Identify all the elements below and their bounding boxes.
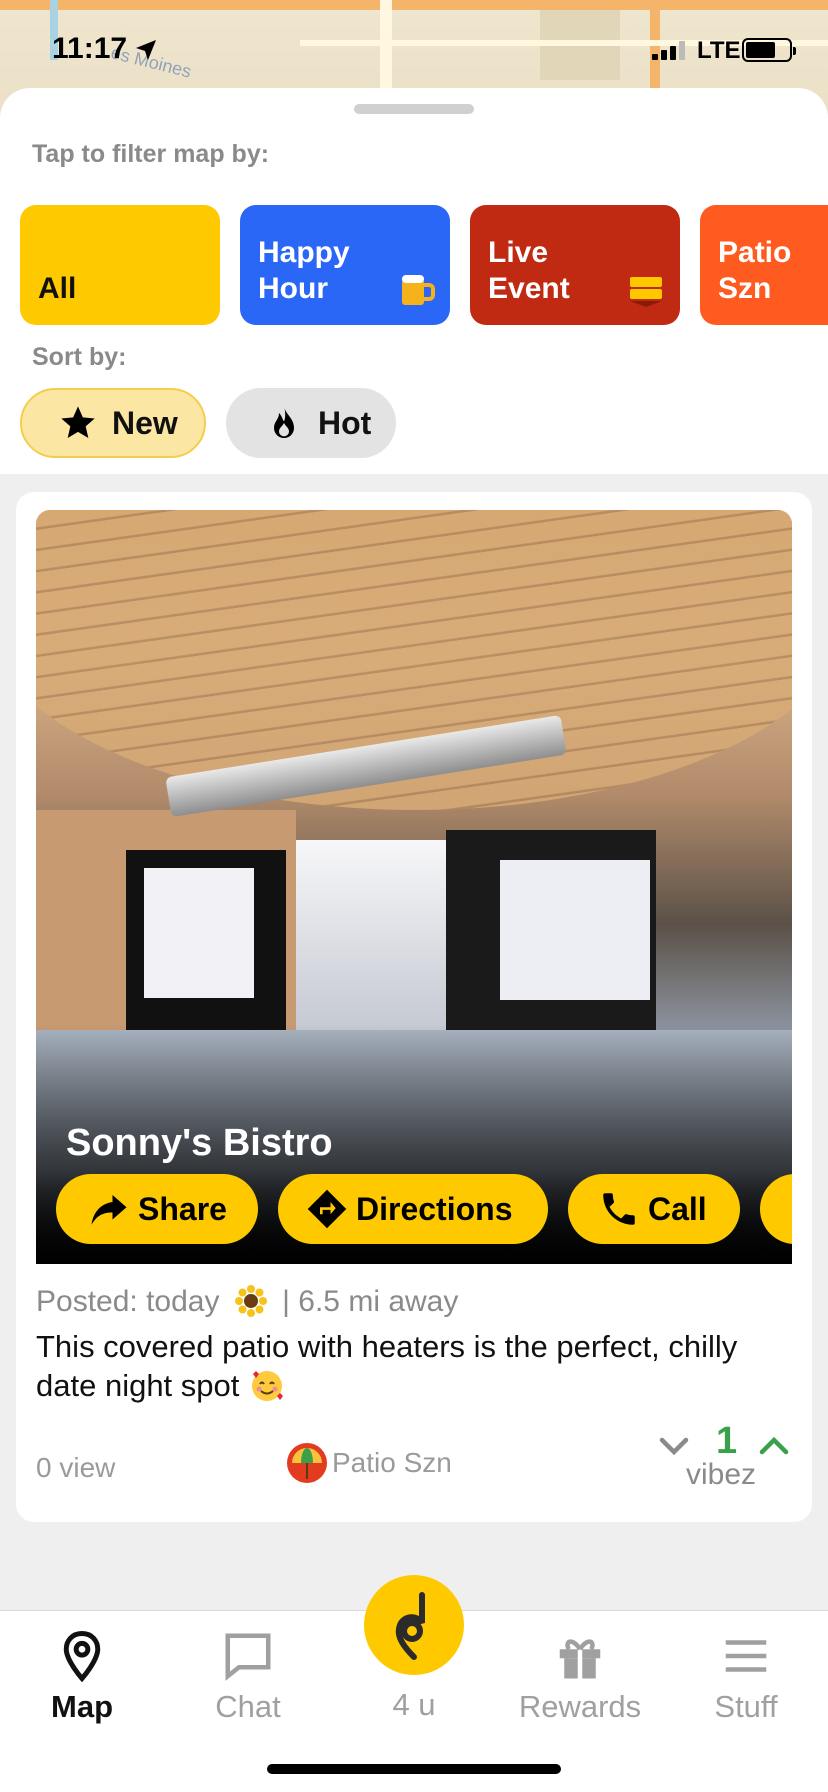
map-pin-icon [63, 1631, 101, 1683]
flame-icon [274, 406, 294, 438]
phone-icon [603, 1193, 635, 1225]
beach-umbrella-icon [287, 1443, 327, 1483]
tab-rewards[interactable]: Rewards [510, 1629, 650, 1725]
battery-icon [742, 38, 796, 62]
filter-all-button[interactable]: All [20, 205, 220, 325]
view-count: 0 view [36, 1452, 116, 1483]
app-logo-button[interactable] [364, 1575, 464, 1675]
vote-count: 1 [716, 1420, 738, 1462]
filter-label: Patio Szn [718, 236, 792, 305]
vote-widget: 1 vibez [636, 1420, 789, 1498]
post-category-tag[interactable]: Patio Szn [286, 1442, 452, 1484]
directions-icon [307, 1189, 347, 1229]
venue-name: Sonny's Bistro [66, 1122, 333, 1164]
sort-new-label: New [112, 404, 178, 441]
share-arrow-icon [91, 1195, 127, 1225]
filter-label: Happy Hour [258, 236, 350, 305]
post-card[interactable]: Sonny's Bistro Share Directions Call Pos… [16, 492, 812, 1522]
tab-stuff[interactable]: Stuff [676, 1629, 816, 1725]
location-arrow-icon [136, 40, 156, 60]
filter-heading: Tap to filter map by: [32, 140, 270, 168]
post-meta: Posted: today | 6.5 mi away [36, 1285, 459, 1318]
filter-sheet: Tap to filter map by: All Happy Hour Live… [0, 88, 828, 474]
sort-hot-label: Hot [318, 404, 372, 441]
smiling-face-with-hearts-emoji-icon [252, 1371, 284, 1401]
directions-button[interactable]: Directions [278, 1174, 548, 1244]
tab-map[interactable]: Map [12, 1629, 152, 1725]
beer-mug-icon [402, 275, 435, 305]
star-icon [61, 406, 95, 438]
upvote-chevron-icon[interactable] [756, 1428, 792, 1464]
status-bar: 11:17 LTE [0, 0, 828, 88]
signal-bars-icon [652, 40, 685, 60]
filter-label: Live Event [488, 236, 570, 305]
hamburger-menu-icon [725, 1640, 767, 1672]
sort-heading: Sort by: [32, 343, 127, 371]
vote-label: vibez [686, 1458, 757, 1491]
sheet-grabber[interactable] [354, 104, 474, 114]
status-time: 11:17 [52, 32, 128, 65]
post-photo[interactable]: Sonny's Bistro Share Directions Call [36, 510, 792, 1264]
home-indicator[interactable] [267, 1764, 561, 1774]
sort-new-button[interactable]: New [20, 388, 206, 458]
filter-live-event-button[interactable]: Live Event [470, 205, 680, 325]
filter-label: All [38, 272, 77, 305]
share-button[interactable]: Share [56, 1174, 258, 1244]
tab-4u[interactable]: 4 u [344, 1687, 484, 1723]
filter-row: All Happy Hour Live Event Patio Szn [20, 205, 828, 325]
gift-icon [559, 1639, 601, 1679]
filter-happy-hour-button[interactable]: Happy Hour [240, 205, 450, 325]
chat-bubble-icon [225, 1633, 271, 1681]
app-logo-icon [395, 1592, 425, 1660]
post-description: This covered patio with heaters is the p… [36, 1329, 738, 1403]
tab-chat[interactable]: Chat [178, 1629, 318, 1725]
sunflower-emoji-icon [234, 1285, 267, 1317]
filter-patio-szn-button[interactable]: Patio Szn [700, 205, 828, 325]
call-button[interactable]: Call [568, 1174, 740, 1244]
sort-hot-button[interactable]: Hot [226, 388, 396, 458]
network-type: LTE [697, 37, 741, 64]
tickets-icon [630, 277, 662, 307]
